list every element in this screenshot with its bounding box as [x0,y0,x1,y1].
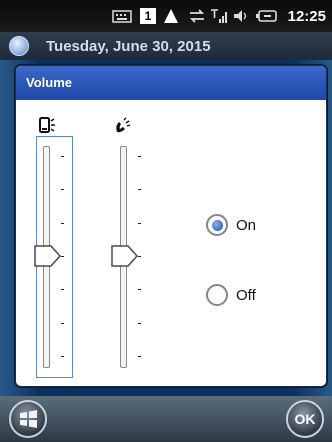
softkey-bar: OK [0,396,332,442]
slider-tick [61,189,64,191]
notification-count: 1 [144,9,152,23]
slider-tick [61,156,64,157]
slider-tick [61,256,64,257]
slider-tick [61,356,64,357]
keyboard-icon[interactable] [112,8,132,24]
today-date: Tuesday, June 30, 2015 [46,38,211,55]
sync-icon[interactable] [188,8,206,24]
ringer-volume-thumb[interactable] [34,245,62,267]
slider-tick [138,322,141,324]
off-label: Off [236,286,256,304]
windows-start-icon [20,410,37,428]
slider-tick [138,156,141,157]
on-label: On [236,216,257,234]
phone-volume-thumb[interactable] [111,245,139,267]
volume-dialog: Volume On Off [15,65,327,387]
windows-start-button[interactable] [9,400,47,438]
slider-tick [61,322,64,324]
today-header: Tuesday, June 30, 2015 [0,32,332,60]
windows-flag-icon [9,36,29,56]
slider-tick [61,289,64,291]
option-off[interactable]: Off [206,284,256,306]
slider-tick [138,189,141,191]
signal-icon[interactable] [210,8,228,24]
off-radio[interactable] [206,284,228,306]
device-sound-icon [39,117,55,133]
clock[interactable]: 12:25 [288,8,326,25]
slider-tick [138,356,141,357]
speaker-icon[interactable] [232,8,250,24]
status-bar: 1 12:25 [0,0,332,32]
dialog-title: Volume [16,66,326,100]
ok-button[interactable]: OK [286,400,324,438]
slider-tick [61,222,64,224]
notification-badge[interactable]: 1 [140,8,156,24]
slider-tick [138,289,141,291]
on-radio[interactable] [206,214,228,236]
radio-selected-dot [211,219,223,231]
slider-tick [138,222,141,224]
phone-icon [116,117,131,133]
option-on[interactable]: On [206,214,256,236]
slider-tick [138,256,141,257]
battery-icon[interactable] [256,8,278,24]
warning-icon[interactable] [163,8,179,24]
